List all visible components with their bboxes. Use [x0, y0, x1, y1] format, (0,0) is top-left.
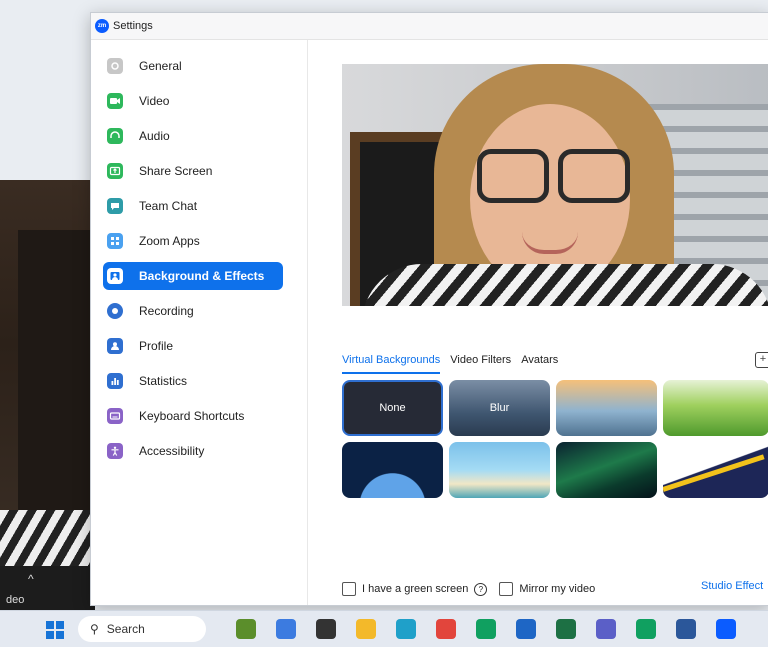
- file-explorer-icon[interactable]: [356, 619, 376, 639]
- green-screen-label: I have a green screen: [362, 583, 469, 595]
- sidebar-item-zoom-apps[interactable]: Zoom Apps: [103, 227, 283, 255]
- windows-start-icon[interactable]: [46, 621, 64, 639]
- search-label: Search: [106, 622, 145, 636]
- profile-icon: [107, 338, 123, 354]
- record-icon: [107, 303, 123, 319]
- task-view-icon[interactable]: [316, 619, 336, 639]
- green-app-2-icon[interactable]: [636, 619, 656, 639]
- preview-glasses-right: [558, 149, 630, 203]
- excel-icon[interactable]: [556, 619, 576, 639]
- taskbar-search[interactable]: ⚲ Search: [78, 616, 206, 642]
- background-icon: [107, 268, 123, 284]
- title-bar: zm Settings: [91, 13, 768, 40]
- tab-video-filters[interactable]: Video Filters: [450, 354, 511, 374]
- sidebar-item-label: Share Screen: [139, 164, 213, 178]
- statistics-icon: [107, 373, 123, 389]
- sidebar-item-share-screen[interactable]: Share Screen: [103, 157, 283, 185]
- window-title: Settings: [113, 20, 153, 32]
- sidebar-item-label: Audio: [139, 129, 170, 143]
- chrome-icon[interactable]: [436, 619, 456, 639]
- sidebar-item-recording[interactable]: Recording: [103, 297, 283, 325]
- mirror-video-label: Mirror my video: [519, 583, 596, 595]
- mirror-video-checkbox[interactable]: [499, 582, 514, 596]
- settings-window: zm Settings General Video Audio Share Sc…: [90, 12, 768, 606]
- sidebar-item-profile[interactable]: Profile: [103, 332, 283, 360]
- add-background-button[interactable]: +: [755, 352, 768, 368]
- teams-icon[interactable]: [596, 619, 616, 639]
- sidebar-item-label: Zoom Apps: [139, 234, 200, 248]
- sidebar-item-statistics[interactable]: Statistics: [103, 367, 283, 395]
- word-icon[interactable]: [676, 619, 696, 639]
- background-none[interactable]: None: [342, 380, 443, 436]
- puzzle-icon[interactable]: [276, 619, 296, 639]
- green-screen-checkbox[interactable]: [342, 582, 356, 596]
- zoom-icon[interactable]: [716, 619, 736, 639]
- apps-icon: [107, 233, 123, 249]
- sidebar-item-label: Background & Effects: [139, 269, 265, 283]
- copilot-icon[interactable]: [396, 619, 416, 639]
- sidebar-item-general[interactable]: General: [103, 52, 283, 80]
- chevron-up-icon[interactable]: ^: [28, 572, 34, 586]
- sidebar-item-label: Team Chat: [139, 199, 198, 213]
- studio-effects-link[interactable]: Studio Effect: [701, 580, 763, 592]
- sidebar-item-team-chat[interactable]: Team Chat: [103, 192, 283, 220]
- tab-avatars[interactable]: Avatars: [521, 354, 558, 374]
- sidebar-item-label: Accessibility: [139, 444, 205, 458]
- background-golden-gate[interactable]: [556, 380, 657, 436]
- background-grass[interactable]: [663, 380, 768, 436]
- share-screen-icon: [107, 163, 123, 179]
- background-effects-panel: Virtual Backgrounds Video Filters Avatar…: [308, 40, 768, 605]
- sidebar-item-keyboard-shortcuts[interactable]: Keyboard Shortcuts: [103, 402, 283, 430]
- background-tabs: Virtual Backgrounds Video Filters Avatar…: [342, 354, 558, 374]
- participant-shirt: [0, 510, 95, 570]
- background-blur[interactable]: Blur: [449, 380, 550, 436]
- background-zoom-graphic[interactable]: [663, 442, 768, 498]
- outlook-icon[interactable]: [516, 619, 536, 639]
- background-beach[interactable]: [449, 442, 550, 498]
- sidebar-item-label: Statistics: [139, 374, 188, 388]
- sidebar-item-background-effects[interactable]: Background & Effects: [103, 262, 283, 290]
- meeting-toolbar: ^ deo: [0, 566, 95, 610]
- gear-icon: [107, 58, 123, 74]
- sidebar-item-video[interactable]: Video: [103, 87, 283, 115]
- headphones-icon: [107, 128, 123, 144]
- video-button-label[interactable]: deo: [6, 594, 24, 606]
- chat-icon: [107, 198, 123, 214]
- camera-preview: [342, 64, 768, 306]
- sidebar-item-label: Profile: [139, 339, 174, 353]
- sidebar-item-audio[interactable]: Audio: [103, 122, 283, 150]
- background-earth[interactable]: [342, 442, 443, 498]
- preview-glasses-left: [477, 149, 549, 203]
- windows-taskbar: ⚲ Search: [0, 610, 768, 647]
- help-icon[interactable]: ?: [474, 582, 488, 596]
- thumb-label: Blur: [489, 402, 510, 414]
- thumb-label: None: [379, 402, 406, 414]
- sidebar-item-label: Recording: [139, 304, 194, 318]
- preview-shirt: [362, 264, 768, 306]
- keyboard-icon: [107, 408, 123, 424]
- zoom-logo-icon: zm: [95, 19, 109, 33]
- sidebar-item-accessibility[interactable]: Accessibility: [103, 437, 283, 465]
- background-aurora[interactable]: [556, 442, 657, 498]
- camera-icon: [107, 93, 123, 109]
- green-app-icon[interactable]: [476, 619, 496, 639]
- search-icon: ⚲: [90, 622, 99, 636]
- sidebar-item-label: Video: [139, 94, 170, 108]
- frog-icon[interactable]: [236, 619, 256, 639]
- sidebar-item-label: Keyboard Shortcuts: [139, 409, 245, 423]
- settings-sidebar: General Video Audio Share Screen Team Ch…: [91, 40, 308, 605]
- accessibility-icon: [107, 443, 123, 459]
- sidebar-item-label: General: [139, 59, 182, 73]
- tab-virtual-backgrounds[interactable]: Virtual Backgrounds: [342, 354, 441, 374]
